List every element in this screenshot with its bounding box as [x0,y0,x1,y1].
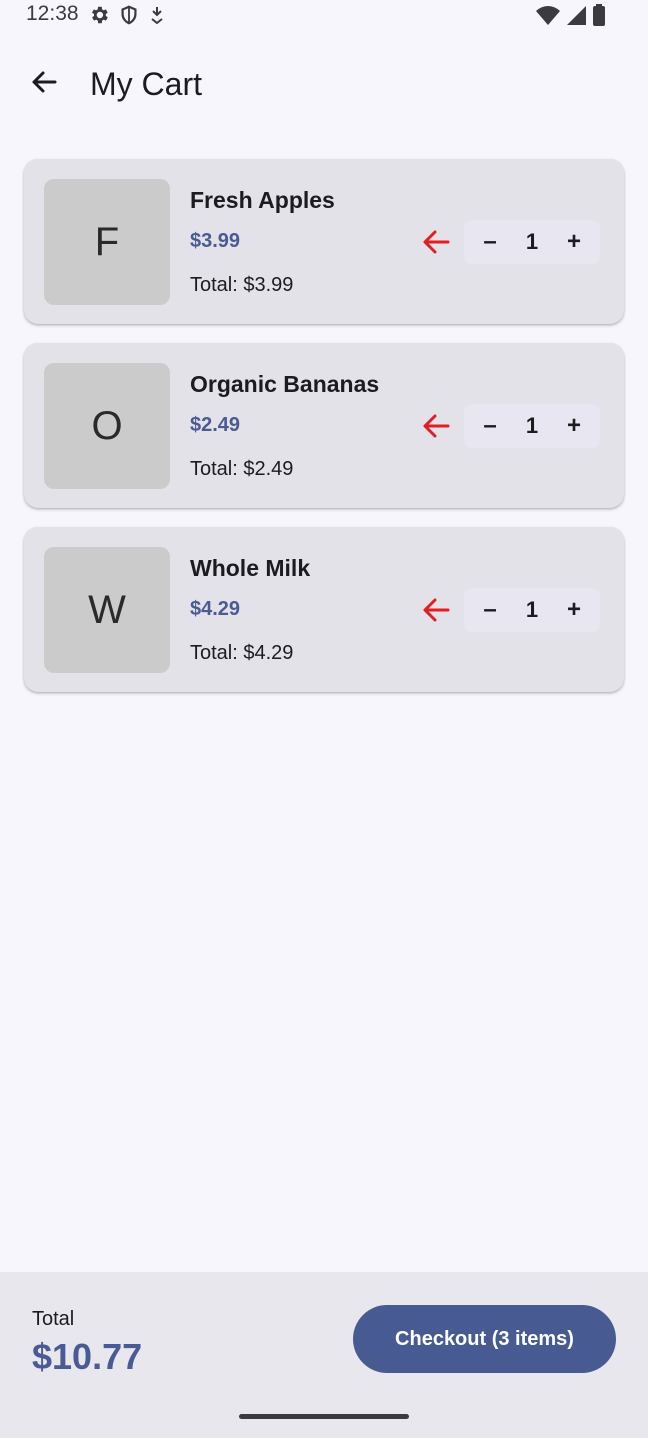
item-total: Total: $3.99 [190,274,294,296]
wifi-icon [536,4,560,26]
total-value: $10.77 [32,1336,143,1377]
quantity-value: 1 [525,597,539,622]
remove-arrow-icon[interactable] [420,410,452,442]
status-icons-right [536,4,606,26]
cart-list: F Fresh Apples $3.99 Total: $3.99 – 1 + … [24,159,624,711]
cart-item: O Organic Bananas $2.49 Total: $2.49 – 1… [24,343,624,508]
item-total: Total: $2.49 [190,458,294,480]
status-icons-left [88,4,166,26]
remove-arrow-icon[interactable] [420,594,452,626]
item-price: $3.99 [190,230,241,252]
total-label: Total [32,1308,75,1330]
increase-quantity-button[interactable]: + [552,220,596,264]
increase-quantity-button[interactable]: + [552,588,596,632]
cart-item: W Whole Milk $4.29 Total: $4.29 – 1 + [24,527,624,692]
shield-icon [118,4,140,26]
battery-icon [592,4,606,26]
settings-icon [88,4,110,26]
item-price: $4.29 [190,598,241,620]
remove-arrow-icon[interactable] [420,226,452,258]
item-name: Fresh Apples [190,187,335,213]
download-icon [148,4,166,26]
decrease-quantity-button[interactable]: – [468,220,512,264]
page-title: My Cart [90,66,202,102]
increase-quantity-button[interactable]: + [552,404,596,448]
quantity-value: 1 [525,229,539,254]
item-thumbnail: W [44,547,170,673]
decrease-quantity-button[interactable]: – [468,404,512,448]
back-button[interactable] [20,60,68,108]
arrow-back-icon [30,68,58,101]
item-thumbnail: O [44,363,170,489]
quantity-value: 1 [525,413,539,438]
item-total: Total: $4.29 [190,642,294,664]
quantity-stepper: – 1 + [464,220,600,264]
status-bar: 12:38 [0,0,648,30]
decrease-quantity-button[interactable]: – [468,588,512,632]
checkout-button[interactable]: Checkout (3 items) [353,1305,616,1373]
item-price: $2.49 [190,414,241,436]
quantity-stepper: – 1 + [464,588,600,632]
gesture-bar[interactable] [239,1414,409,1419]
cart-item: F Fresh Apples $3.99 Total: $3.99 – 1 + [24,159,624,324]
checkout-bar: Total $10.77 Checkout (3 items) [0,1272,648,1438]
item-name: Organic Bananas [190,371,380,397]
status-time: 12:38 [26,2,79,25]
quantity-stepper: – 1 + [464,404,600,448]
app-bar: My Cart [0,48,648,120]
signal-icon [566,4,586,26]
item-name: Whole Milk [190,555,311,581]
item-thumbnail: F [44,179,170,305]
